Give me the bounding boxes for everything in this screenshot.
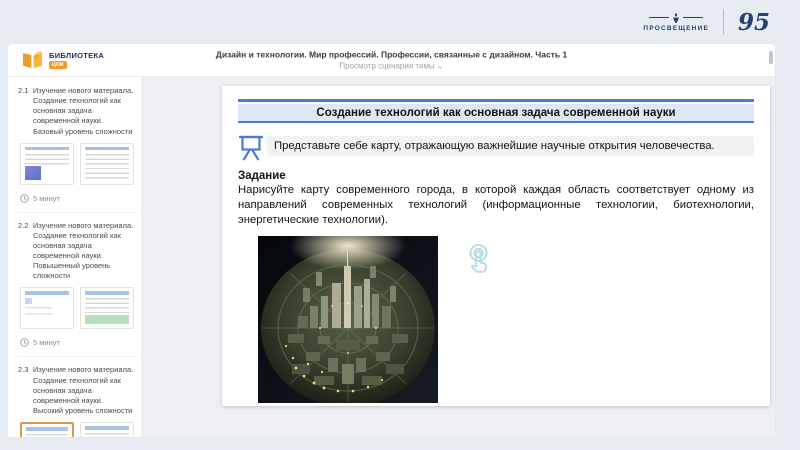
view-mode-label: Просмотр сценария темы bbox=[339, 61, 435, 71]
sidebar-item-thumbs bbox=[20, 287, 137, 330]
sidebar-item[interactable]: 2.1 Изучение нового материала. Создание … bbox=[18, 86, 137, 203]
sidebar-item-duration-row: 5 минут bbox=[20, 338, 137, 347]
slide-thumbnail[interactable] bbox=[20, 142, 74, 185]
callout-text: Представьте себе карту, отражающую важне… bbox=[267, 135, 754, 156]
course-title: Дизайн и технологии. Мир профессий. Проф… bbox=[215, 49, 568, 60]
sidebar-item-title: Изучение нового материала. Создание техн… bbox=[33, 86, 134, 136]
task-label: Задание bbox=[238, 170, 286, 182]
slide-preview-area: Создание технологий как основная задача … bbox=[141, 77, 775, 437]
slide-thumbnail[interactable] bbox=[80, 422, 134, 437]
app-header: БИБЛИОТЕКА ЦОК Дизайн и технологии. Мир … bbox=[8, 44, 775, 77]
chevron-down-icon: ⌄ bbox=[436, 61, 444, 71]
top-brand-bar: ПРОСВЕЩЕНИЕ 95 bbox=[0, 0, 800, 44]
task-text: Нарисуйте карту современного города, в к… bbox=[238, 184, 754, 227]
view-mode-dropdown[interactable]: Просмотр сценария темы ⌄ bbox=[216, 62, 567, 71]
slide-thumbnail-selected[interactable] bbox=[20, 422, 74, 437]
scrollbar-thumb[interactable] bbox=[769, 51, 773, 64]
sidebar-item-title: Изучение нового материала. Создание техн… bbox=[33, 365, 134, 415]
clock-icon bbox=[20, 193, 29, 203]
slide-card: Создание технологий как основная задача … bbox=[222, 86, 770, 406]
slide-thumbnail[interactable] bbox=[80, 142, 134, 185]
torch-icon bbox=[673, 12, 680, 23]
app-window: БИБЛИОТЕКА ЦОК Дизайн и технологии. Мир … bbox=[8, 44, 775, 437]
callout-row: Представьте себе карту, отражающую важне… bbox=[238, 130, 754, 161]
library-logo-badge: ЦОК bbox=[49, 61, 67, 69]
app-body: 2.1 Изучение нового материала. Создание … bbox=[8, 77, 775, 437]
sidebar-item-number: 2.2 bbox=[18, 220, 29, 230]
library-logo[interactable]: БИБЛИОТЕКА ЦОК bbox=[8, 50, 104, 70]
logo-divider bbox=[722, 9, 724, 35]
sidebar-item-thumbs bbox=[20, 422, 137, 437]
open-book-icon bbox=[23, 51, 42, 68]
media-row bbox=[258, 236, 754, 404]
sidebar-item-number: 2.1 bbox=[18, 86, 29, 95]
slide-top-rule bbox=[238, 99, 754, 102]
page: ПРОСВЕЩЕНИЕ 95 БИБЛИОТЕКА ЦОК Дизайн и т… bbox=[0, 0, 800, 450]
sidebar-item[interactable]: 2.3 Изучение нового материала. Создание … bbox=[18, 356, 137, 437]
prosveshchenie-logo: ПРОСВЕЩЕНИЕ bbox=[643, 12, 709, 32]
clock-icon bbox=[20, 338, 29, 348]
slide-thumbnail[interactable] bbox=[20, 287, 74, 330]
header-center: Дизайн и технологии. Мир профессий. Проф… bbox=[216, 50, 567, 71]
sidebar-item-thumbs bbox=[20, 142, 137, 185]
city-aerial-image[interactable] bbox=[258, 236, 438, 404]
anniversary-logo: 95 bbox=[737, 8, 770, 36]
sidebar-item-duration: 5 минут bbox=[33, 338, 60, 348]
library-logo-title: БИБЛИОТЕКА bbox=[49, 51, 105, 60]
sidebar-item-duration-row: 5 минут bbox=[20, 194, 137, 203]
brand-name: ПРОСВЕЩЕНИЕ bbox=[643, 24, 709, 32]
slide-thumbnail[interactable] bbox=[80, 287, 134, 330]
logo-line-left bbox=[649, 17, 670, 18]
presentation-board-icon bbox=[239, 135, 263, 161]
sidebar-list: 2.1 Изучение нового материала. Создание … bbox=[8, 77, 141, 437]
logo-line-right bbox=[683, 17, 704, 18]
slide-title-rule bbox=[238, 121, 754, 123]
slide-title: Создание технологий как основная задача … bbox=[238, 104, 754, 121]
sidebar-item-number: 2.3 bbox=[18, 365, 29, 375]
sidebar-item[interactable]: 2.2 Изучение нового материала. Создание … bbox=[18, 211, 137, 347]
sidebar-item-duration: 5 минут bbox=[33, 193, 60, 203]
tap-hand-icon bbox=[469, 244, 488, 273]
sidebar-item-title: Изучение нового материала. Создание техн… bbox=[33, 220, 134, 281]
